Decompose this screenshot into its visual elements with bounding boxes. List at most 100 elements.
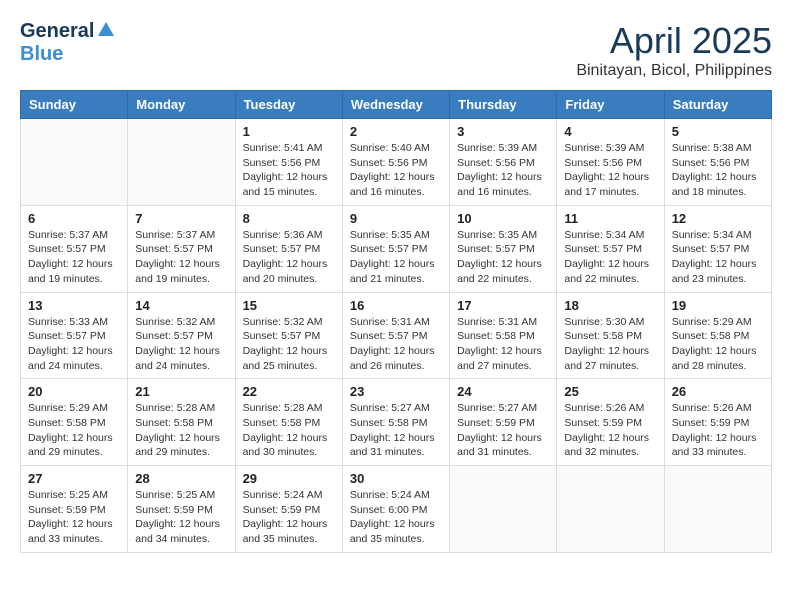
cell-info: Sunrise: 5:26 AM Sunset: 5:59 PM Dayligh… xyxy=(564,401,656,460)
calendar-cell: 8Sunrise: 5:36 AM Sunset: 5:57 PM Daylig… xyxy=(235,205,342,292)
day-number: 27 xyxy=(28,471,120,486)
calendar-cell xyxy=(128,119,235,206)
cell-info: Sunrise: 5:24 AM Sunset: 5:59 PM Dayligh… xyxy=(243,488,335,547)
calendar-cell: 10 Sunrise: 5:35 AM Sunset: 5:57 PM Dayli… xyxy=(450,205,557,292)
calendar-cell: 3 Sunrise: 5:39 AM Sunset: 5:56 PM Daylig… xyxy=(450,119,557,206)
cell-info: Sunrise: 5:34 AM Sunset: 5:57 PM Dayligh… xyxy=(564,228,656,287)
cell-info: Sunrise: 5:25 AM Sunset: 5:59 PM Dayligh… xyxy=(135,488,227,547)
calendar-cell: 28 Sunrise: 5:25 AM Sunset: 5:59 PM Dayli… xyxy=(128,466,235,553)
day-number: 1 xyxy=(243,124,335,139)
calendar-cell: 7 Sunrise: 5:37 AM Sunset: 5:57 PM Daylig… xyxy=(128,205,235,292)
calendar-header-tuesday: Tuesday xyxy=(235,91,342,119)
cell-info: Sunrise: 5:33 AM Sunset: 5:57 PM Dayligh… xyxy=(28,315,120,374)
calendar-cell: 15 Sunrise: 5:32 AM Sunset: 5:57 PM Dayli… xyxy=(235,292,342,379)
cell-info: Sunrise: 5:28 AM Sunset: 5:58 PM Dayligh… xyxy=(135,401,227,460)
calendar-cell xyxy=(557,466,664,553)
calendar-cell: 4 Sunrise: 5:39 AM Sunset: 5:56 PM Daylig… xyxy=(557,119,664,206)
day-number: 15 xyxy=(243,298,335,313)
calendar-cell: 29 Sunrise: 5:24 AM Sunset: 5:59 PM Dayli… xyxy=(235,466,342,553)
calendar-cell: 30 Sunrise: 5:24 AM Sunset: 6:00 PM Dayli… xyxy=(342,466,449,553)
day-number: 28 xyxy=(135,471,227,486)
cell-info: Sunrise: 5:32 AM Sunset: 5:57 PM Dayligh… xyxy=(243,315,335,374)
cell-info: Sunrise: 5:37 AM Sunset: 5:57 PM Dayligh… xyxy=(135,228,227,287)
calendar-week-3: 13 Sunrise: 5:33 AM Sunset: 5:57 PM Dayli… xyxy=(21,292,772,379)
calendar-week-5: 27 Sunrise: 5:25 AM Sunset: 5:59 PM Dayli… xyxy=(21,466,772,553)
cell-info: Sunrise: 5:41 AM Sunset: 5:56 PM Dayligh… xyxy=(243,141,335,200)
calendar-cell xyxy=(450,466,557,553)
cell-info: Sunrise: 5:38 AM Sunset: 5:56 PM Dayligh… xyxy=(672,141,764,200)
day-number: 21 xyxy=(135,384,227,399)
calendar-cell: 1 Sunrise: 5:41 AM Sunset: 5:56 PM Daylig… xyxy=(235,119,342,206)
calendar-cell: 25 Sunrise: 5:26 AM Sunset: 5:59 PM Dayli… xyxy=(557,379,664,466)
cell-info: Sunrise: 5:40 AM Sunset: 5:56 PM Dayligh… xyxy=(350,141,442,200)
calendar-header-monday: Monday xyxy=(128,91,235,119)
calendar-cell: 9 Sunrise: 5:35 AM Sunset: 5:57 PM Daylig… xyxy=(342,205,449,292)
calendar-cell: 11 Sunrise: 5:34 AM Sunset: 5:57 PM Dayli… xyxy=(557,205,664,292)
calendar-header-saturday: Saturday xyxy=(664,91,771,119)
cell-info: Sunrise: 5:29 AM Sunset: 5:58 PM Dayligh… xyxy=(672,315,764,374)
day-number: 30 xyxy=(350,471,442,486)
cell-info: Sunrise: 5:35 AM Sunset: 5:57 PM Dayligh… xyxy=(350,228,442,287)
day-number: 10 xyxy=(457,211,549,226)
cell-info: Sunrise: 5:30 AM Sunset: 5:58 PM Dayligh… xyxy=(564,315,656,374)
day-number: 23 xyxy=(350,384,442,399)
calendar-cell: 12 Sunrise: 5:34 AM Sunset: 5:57 PM Dayli… xyxy=(664,205,771,292)
day-number: 3 xyxy=(457,124,549,139)
calendar-cell: 2Sunrise: 5:40 AM Sunset: 5:56 PM Daylig… xyxy=(342,119,449,206)
day-number: 13 xyxy=(28,298,120,313)
calendar-cell: 5 Sunrise: 5:38 AM Sunset: 5:56 PM Daylig… xyxy=(664,119,771,206)
day-number: 17 xyxy=(457,298,549,313)
day-number: 7 xyxy=(135,211,227,226)
day-number: 16 xyxy=(350,298,442,313)
calendar-cell: 13 Sunrise: 5:33 AM Sunset: 5:57 PM Dayli… xyxy=(21,292,128,379)
calendar-cell: 21 Sunrise: 5:28 AM Sunset: 5:58 PM Dayli… xyxy=(128,379,235,466)
title-block: April 2025 Binitayan, Bicol, Philippines xyxy=(576,20,772,80)
day-number: 11 xyxy=(564,211,656,226)
logo-blue-text: Blue xyxy=(20,43,63,66)
cell-info: Sunrise: 5:27 AM Sunset: 5:59 PM Dayligh… xyxy=(457,401,549,460)
day-number: 25 xyxy=(564,384,656,399)
calendar-cell: 16 Sunrise: 5:31 AM Sunset: 5:57 PM Dayli… xyxy=(342,292,449,379)
cell-info: Sunrise: 5:34 AM Sunset: 5:57 PM Dayligh… xyxy=(672,228,764,287)
logo-general-text: General xyxy=(20,20,94,43)
day-number: 9 xyxy=(350,211,442,226)
calendar-header-wednesday: Wednesday xyxy=(342,91,449,119)
logo: General Blue xyxy=(20,20,115,66)
day-number: 24 xyxy=(457,384,549,399)
day-number: 18 xyxy=(564,298,656,313)
day-number: 4 xyxy=(564,124,656,139)
day-number: 5 xyxy=(672,124,764,139)
cell-info: Sunrise: 5:35 AM Sunset: 5:57 PM Dayligh… xyxy=(457,228,549,287)
day-number: 12 xyxy=(672,211,764,226)
day-number: 22 xyxy=(243,384,335,399)
cell-info: Sunrise: 5:39 AM Sunset: 5:56 PM Dayligh… xyxy=(564,141,656,200)
calendar-cell: 17Sunrise: 5:31 AM Sunset: 5:58 PM Dayli… xyxy=(450,292,557,379)
calendar-week-2: 6Sunrise: 5:37 AM Sunset: 5:57 PM Daylig… xyxy=(21,205,772,292)
cell-info: Sunrise: 5:37 AM Sunset: 5:57 PM Dayligh… xyxy=(28,228,120,287)
calendar-header-friday: Friday xyxy=(557,91,664,119)
cell-info: Sunrise: 5:39 AM Sunset: 5:56 PM Dayligh… xyxy=(457,141,549,200)
day-number: 8 xyxy=(243,211,335,226)
page-header: General Blue April 2025 Binitayan, Bicol… xyxy=(20,20,772,80)
calendar-cell: 22Sunrise: 5:28 AM Sunset: 5:58 PM Dayli… xyxy=(235,379,342,466)
day-number: 19 xyxy=(672,298,764,313)
calendar-week-1: 1 Sunrise: 5:41 AM Sunset: 5:56 PM Daylig… xyxy=(21,119,772,206)
day-number: 29 xyxy=(243,471,335,486)
calendar-cell: 24 Sunrise: 5:27 AM Sunset: 5:59 PM Dayli… xyxy=(450,379,557,466)
calendar-cell: 26Sunrise: 5:26 AM Sunset: 5:59 PM Dayli… xyxy=(664,379,771,466)
cell-info: Sunrise: 5:32 AM Sunset: 5:57 PM Dayligh… xyxy=(135,315,227,374)
cell-info: Sunrise: 5:24 AM Sunset: 6:00 PM Dayligh… xyxy=(350,488,442,547)
day-number: 14 xyxy=(135,298,227,313)
calendar-cell: 18 Sunrise: 5:30 AM Sunset: 5:58 PM Dayli… xyxy=(557,292,664,379)
calendar-header-row: SundayMondayTuesdayWednesdayThursdayFrid… xyxy=(21,91,772,119)
calendar-header-thursday: Thursday xyxy=(450,91,557,119)
calendar-cell: 27Sunrise: 5:25 AM Sunset: 5:59 PM Dayli… xyxy=(21,466,128,553)
day-number: 20 xyxy=(28,384,120,399)
cell-info: Sunrise: 5:29 AM Sunset: 5:58 PM Dayligh… xyxy=(28,401,120,460)
calendar-cell xyxy=(664,466,771,553)
subtitle: Binitayan, Bicol, Philippines xyxy=(576,62,772,80)
cell-info: Sunrise: 5:31 AM Sunset: 5:57 PM Dayligh… xyxy=(350,315,442,374)
calendar-table: SundayMondayTuesdayWednesdayThursdayFrid… xyxy=(20,90,772,553)
calendar-cell: 6Sunrise: 5:37 AM Sunset: 5:57 PM Daylig… xyxy=(21,205,128,292)
calendar-cell: 20 Sunrise: 5:29 AM Sunset: 5:58 PM Dayli… xyxy=(21,379,128,466)
